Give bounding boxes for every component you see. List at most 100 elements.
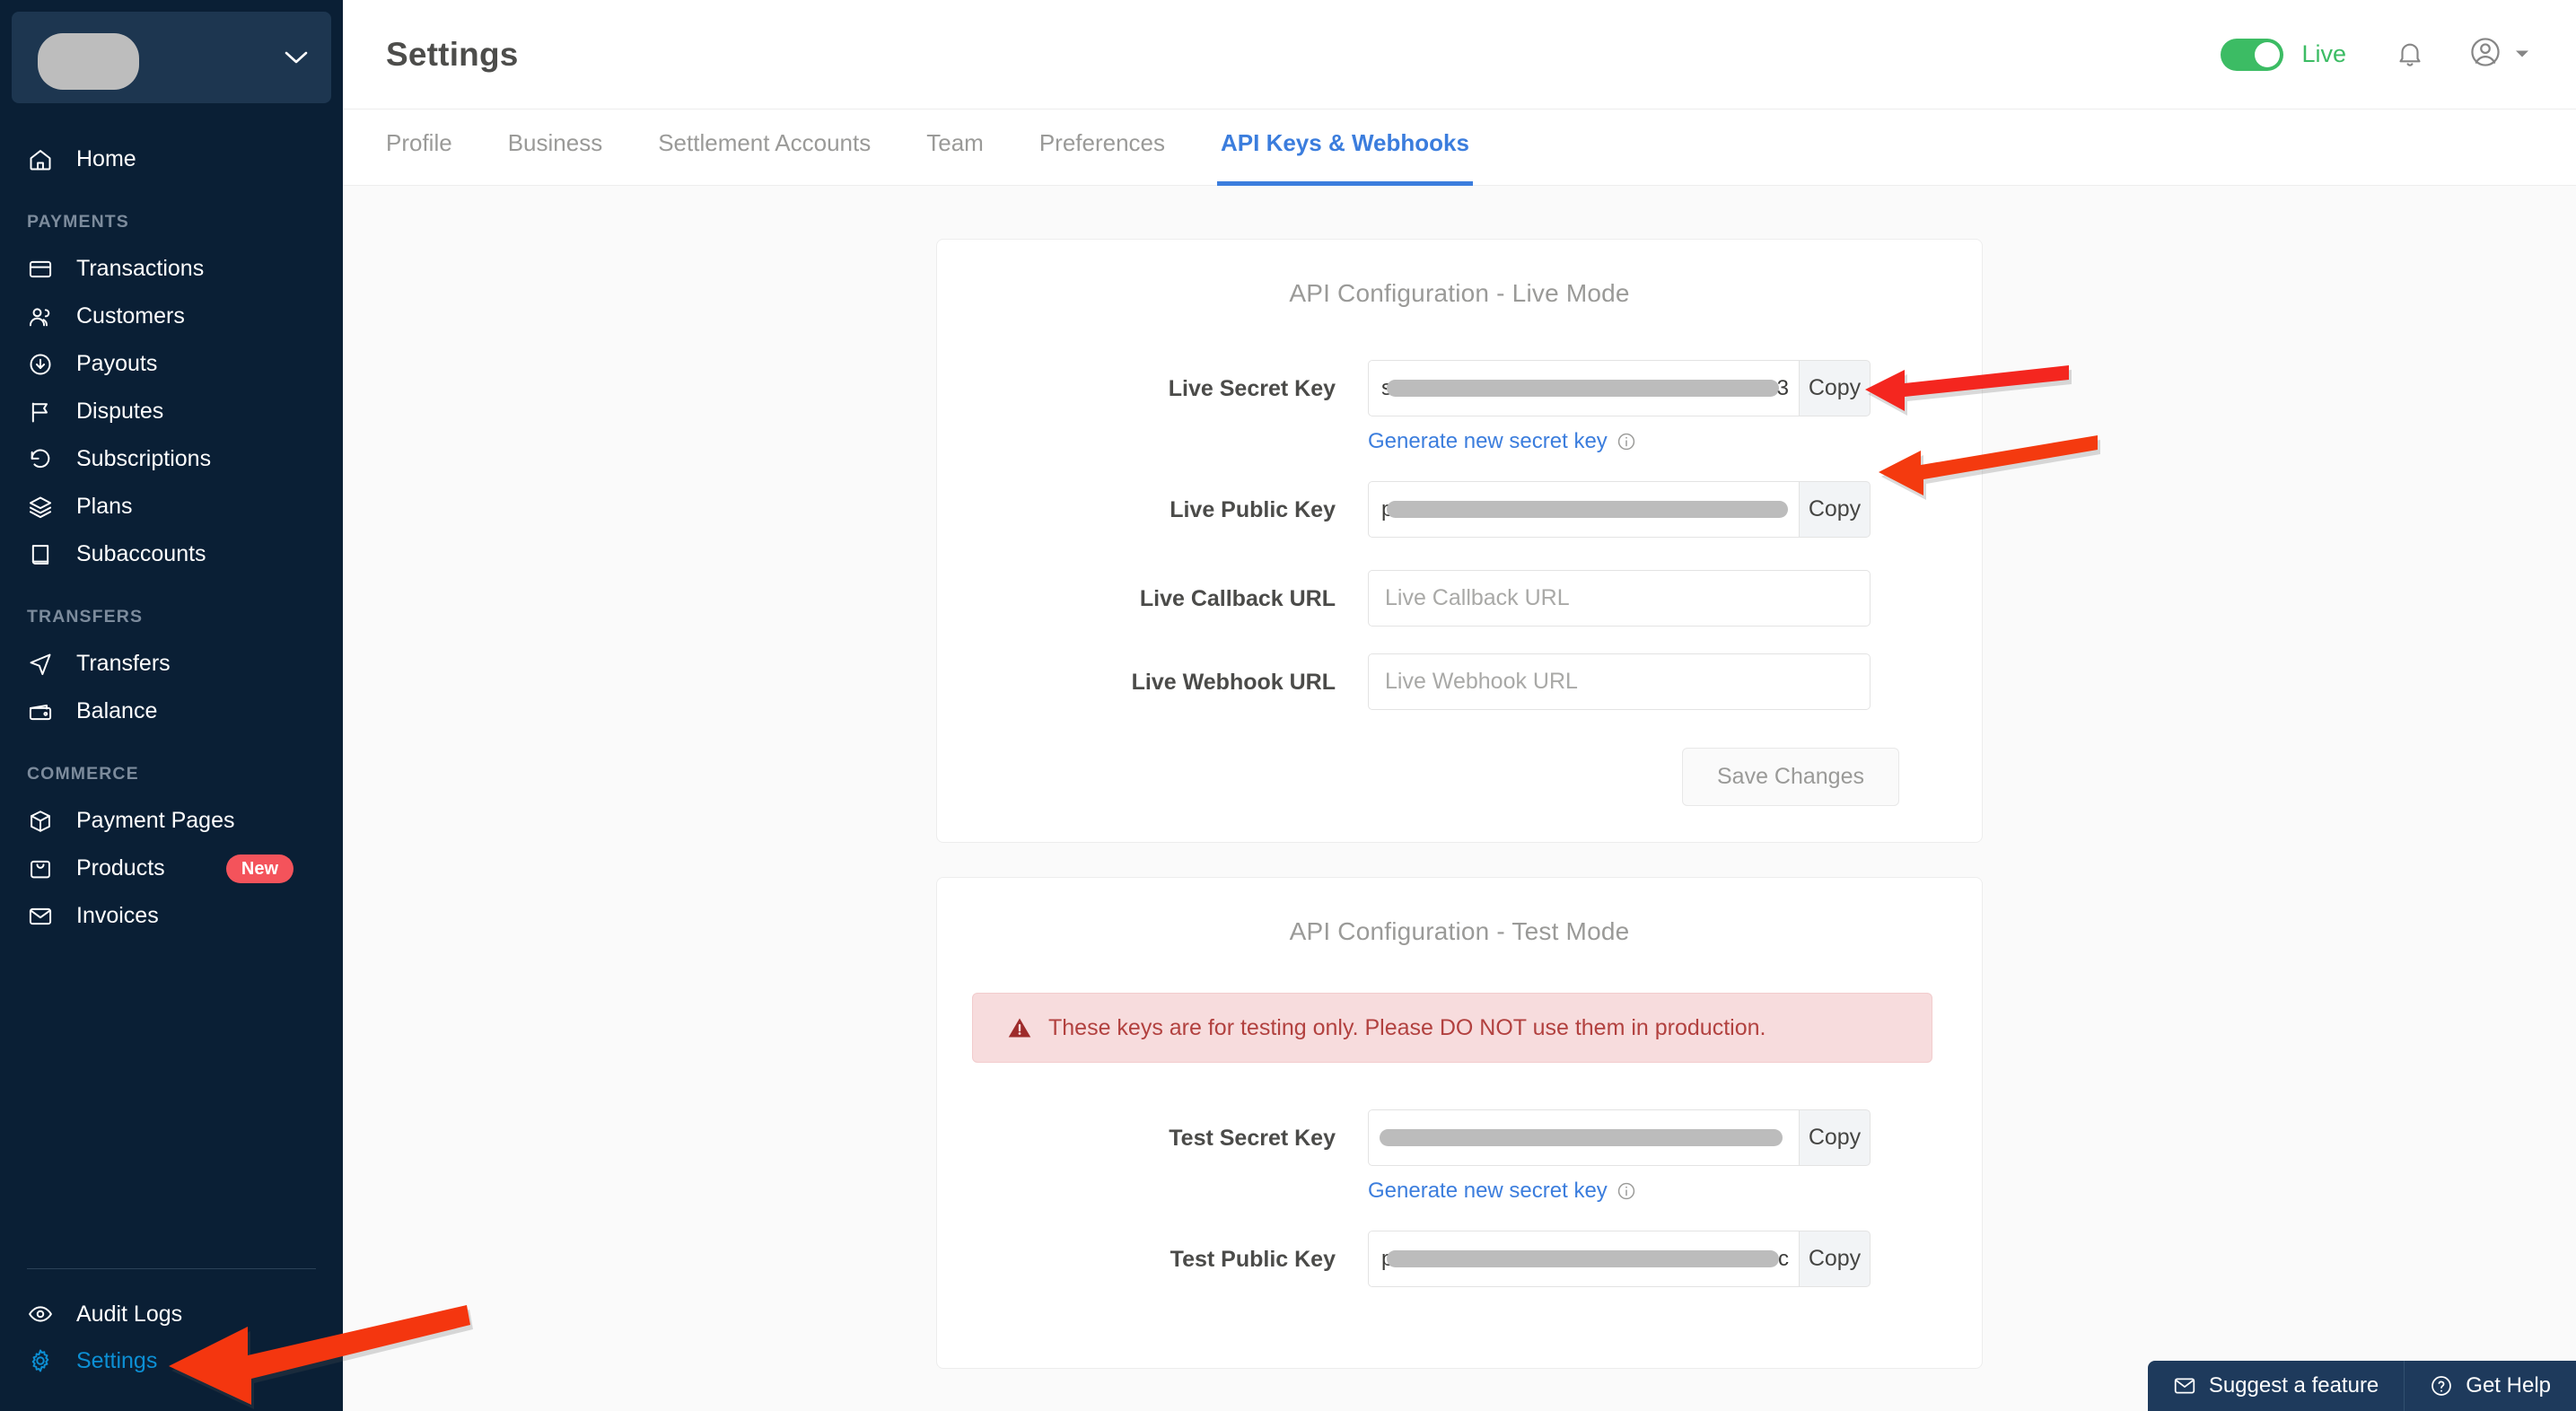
sidebar-item-customers[interactable]: Customers (0, 293, 343, 340)
settings-tabbar: Profile Business Settlement Accounts Tea… (343, 110, 2576, 186)
tab-profile[interactable]: Profile (386, 110, 452, 186)
bell-icon[interactable] (2389, 34, 2431, 75)
app-root: Home PAYMENTS Transactions Customers Pay… (0, 0, 2576, 1411)
live-public-key-label: Live Public Key (1170, 497, 1336, 522)
live-generate-secret-key-link[interactable]: Generate new secret key (1368, 429, 1899, 454)
wallet-icon (27, 698, 54, 725)
live-webhook-url-input[interactable]: Live Webhook URL (1368, 653, 1871, 710)
sidebar-divider (27, 1268, 316, 1269)
live-webhook-url-label: Live Webhook URL (1131, 670, 1336, 695)
home-icon (27, 146, 54, 173)
live-public-key-copy-button[interactable]: Copy (1799, 481, 1871, 538)
user-circle-icon (2468, 35, 2502, 74)
question-circle-icon (2431, 1376, 2452, 1396)
sidebar-item-plans[interactable]: Plans (0, 483, 343, 530)
package-icon (27, 808, 54, 835)
caret-down-icon (2515, 47, 2529, 63)
live-secret-key-suffix: 3 (1776, 375, 1790, 400)
info-icon (1617, 433, 1634, 451)
get-help-button[interactable]: Get Help (2405, 1361, 2576, 1411)
test-generate-secret-key-link[interactable]: Generate new secret key (1368, 1179, 1899, 1204)
sidebar-item-label: Disputes (76, 399, 164, 424)
live-public-key-redaction (1387, 501, 1788, 518)
sidebar-item-transfers[interactable]: Transfers (0, 640, 343, 688)
layers-icon (27, 494, 54, 521)
sidebar-item-label: Balance (76, 698, 158, 723)
live-secret-key-label: Live Secret Key (1168, 376, 1336, 401)
users-icon (27, 303, 54, 330)
sidebar-item-payouts[interactable]: Payouts (0, 340, 343, 388)
tab-settlement-accounts[interactable]: Settlement Accounts (658, 110, 871, 186)
status-badge: New (225, 854, 294, 883)
sidebar-item-products[interactable]: Products New (0, 845, 343, 892)
sidebar-item-settings[interactable]: Settings (0, 1337, 343, 1384)
sidebar-group-payments: PAYMENTS (27, 212, 129, 232)
sidebar-item-balance[interactable]: Balance (0, 688, 343, 735)
tab-api-keys-webhooks[interactable]: API Keys & Webhooks (1217, 110, 1473, 186)
api-config-test-card: API Configuration - Test Mode These keys… (936, 877, 1983, 1369)
live-card-title: API Configuration - Live Mode (1289, 279, 1630, 307)
refresh-ccw-icon (27, 446, 54, 473)
test-secret-key-row: Test Secret Key Copy Generate new secret… (937, 1109, 1982, 1204)
test-mode-warning-text: These keys are for testing only. Please … (1048, 1014, 1766, 1040)
sidebar-item-label: Home (76, 146, 136, 171)
test-public-key-input[interactable]: p c (1368, 1231, 1799, 1287)
sidebar-item-home[interactable]: Home (0, 136, 343, 183)
sidebar-item-payment-pages[interactable]: Payment Pages (0, 797, 343, 845)
suggest-a-feature-label: Suggest a feature (2208, 1373, 2379, 1398)
gear-icon (27, 1347, 54, 1374)
tab-business[interactable]: Business (508, 110, 603, 186)
sidebar-item-label: Products (76, 855, 165, 881)
live-callback-url-input[interactable]: Live Callback URL (1368, 570, 1871, 627)
test-secret-key-input[interactable] (1368, 1109, 1799, 1166)
chevron-down-icon (285, 51, 308, 63)
suggest-a-feature-button[interactable]: Suggest a feature (2148, 1361, 2404, 1411)
live-save-changes-button[interactable]: Save Changes (1681, 748, 1899, 806)
tab-preferences[interactable]: Preferences (1039, 110, 1165, 186)
test-secret-key-label: Test Secret Key (1169, 1126, 1336, 1151)
sidebar-item-subaccounts[interactable]: Subaccounts (0, 530, 343, 578)
mail-icon (27, 903, 54, 930)
settings-content: API Configuration - Live Mode Live Secre… (343, 187, 2576, 1411)
get-help-label: Get Help (2466, 1373, 2551, 1398)
live-secret-key-redaction (1387, 380, 1779, 397)
live-secret-key-copy-button[interactable]: Copy (1799, 360, 1871, 416)
test-public-key-copy-button[interactable]: Copy (1799, 1231, 1871, 1287)
live-webhook-url-row: Live Webhook URL Live Webhook URL (937, 653, 1982, 710)
flag-icon (27, 399, 54, 425)
live-generate-link-label: Generate new secret key (1368, 429, 1608, 453)
test-card-title: API Configuration - Test Mode (1289, 917, 1630, 945)
sidebar-item-audit-logs[interactable]: Audit Logs (0, 1291, 343, 1337)
test-mode-warning-banner: These keys are for testing only. Please … (972, 993, 1932, 1063)
sidebar-group-transfers: TRANSFERS (27, 607, 144, 627)
sidebar-item-label: Invoices (76, 903, 159, 928)
account-menu[interactable] (2468, 35, 2529, 74)
sidebar-item-label: Payouts (76, 351, 158, 376)
account-switcher[interactable] (12, 12, 331, 103)
live-mode-label: Live (2301, 40, 2346, 67)
account-name-redaction (38, 33, 139, 90)
arrow-down-circle-icon (27, 351, 54, 378)
sidebar-item-label: Payment Pages (76, 808, 235, 833)
tab-team[interactable]: Team (926, 110, 984, 186)
test-public-key-label: Test Public Key (1170, 1247, 1336, 1272)
topbar-actions: Live (2221, 34, 2529, 75)
eye-icon (27, 1301, 54, 1328)
send-icon (27, 651, 54, 678)
sidebar-item-disputes[interactable]: Disputes (0, 388, 343, 435)
sidebar-item-transactions[interactable]: Transactions (0, 245, 343, 293)
sidebar-item-label: Transactions (76, 256, 205, 281)
main-area: Settings Live Profile Business Settlemen… (343, 0, 2576, 1411)
shopping-bag-icon (27, 855, 54, 882)
sidebar-item-invoices[interactable]: Invoices (0, 892, 343, 940)
sidebar-item-label: Settings (76, 1347, 158, 1373)
live-callback-url-row: Live Callback URL Live Callback URL (937, 570, 1982, 627)
sidebar-item-subscriptions[interactable]: Subscriptions (0, 435, 343, 483)
sidebar-group-commerce: COMMERCE (27, 764, 139, 784)
envelope-icon (2174, 1378, 2195, 1394)
live-public-key-input[interactable]: p (1368, 481, 1799, 538)
live-secret-key-input[interactable]: s 3 (1368, 360, 1799, 416)
sidebar-item-label: Customers (76, 303, 185, 329)
live-mode-toggle[interactable] (2221, 38, 2284, 71)
test-secret-key-copy-button[interactable]: Copy (1799, 1109, 1871, 1166)
